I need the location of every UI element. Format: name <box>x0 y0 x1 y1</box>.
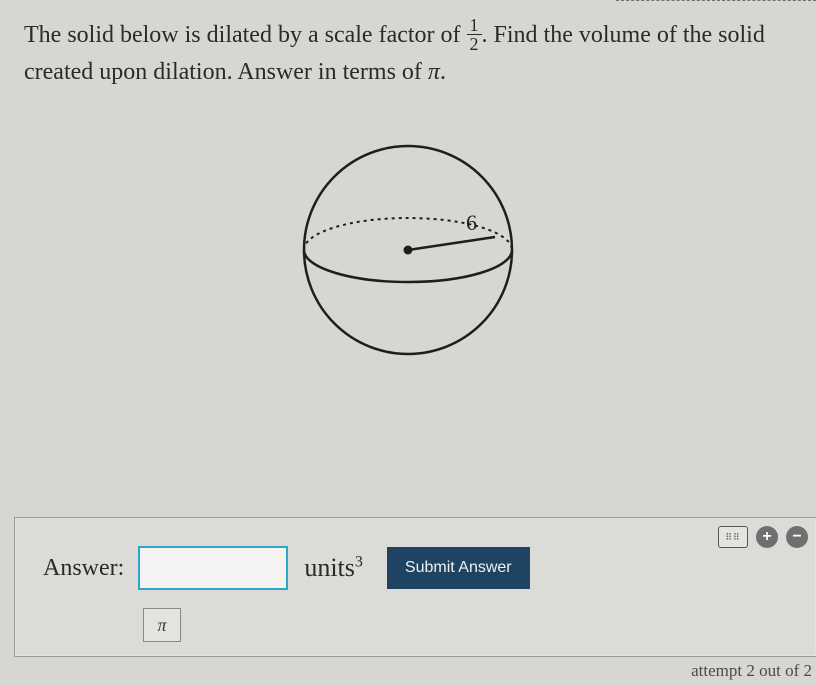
keyboard-dots: ⠿⠿ <box>725 533 740 542</box>
question-text: The solid below is dilated by a scale fa… <box>0 0 816 90</box>
answer-panel: ⠿⠿ + − Answer: units3 Submit Answer π <box>14 517 816 657</box>
attempt-counter: attempt 2 out of 2 <box>691 661 812 681</box>
pi-symbol: π <box>428 59 440 85</box>
radius-label: 6 <box>466 210 477 235</box>
equator-front <box>304 250 512 282</box>
units-base: units <box>304 553 355 582</box>
pi-button[interactable]: π <box>143 608 181 642</box>
fraction-numerator: 1 <box>467 16 482 35</box>
decorative-dashes <box>616 0 816 1</box>
answer-input[interactable] <box>138 546 288 590</box>
q-part1: The solid below is dilated by a scale fa… <box>24 22 467 48</box>
q-part3: . <box>440 59 446 85</box>
zoom-in-button[interactable]: + <box>756 526 778 548</box>
answer-row: Answer: units3 Submit Answer <box>15 518 816 590</box>
answer-label: Answer: <box>43 555 124 582</box>
figure-container: 6 <box>0 130 816 370</box>
keyboard-icon[interactable]: ⠿⠿ <box>718 526 748 548</box>
submit-button[interactable]: Submit Answer <box>387 547 530 589</box>
sphere-figure: 6 <box>288 130 528 370</box>
fraction: 12 <box>467 16 482 53</box>
radius-line <box>408 237 495 250</box>
panel-toolbar: ⠿⠿ + − <box>718 526 808 548</box>
zoom-out-button[interactable]: − <box>786 526 808 548</box>
equator-back <box>304 218 512 250</box>
units-exp: 3 <box>355 553 363 570</box>
fraction-denominator: 2 <box>467 35 482 53</box>
units-label: units3 <box>304 553 363 583</box>
